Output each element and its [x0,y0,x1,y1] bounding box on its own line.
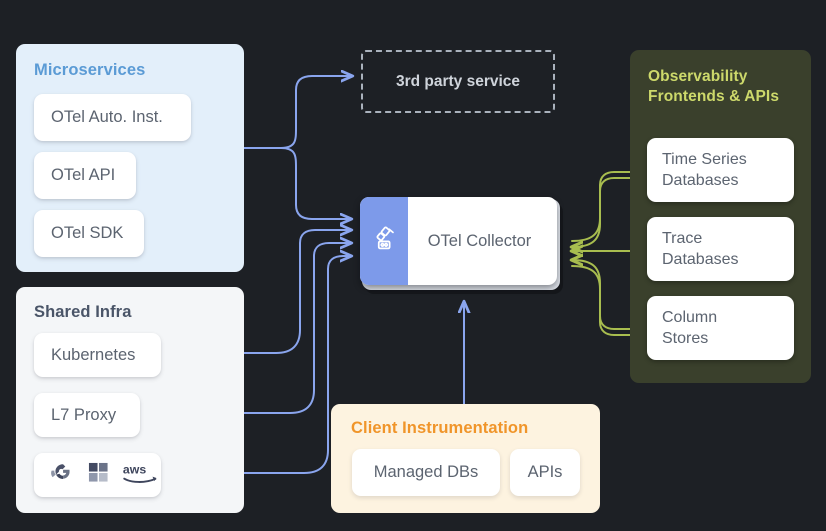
obs-chip-line-2: Databases [662,251,739,268]
shared-infra-panel: Shared Infra Kubernetes L7 Proxy aws [16,287,244,513]
observability-item-trace-databases[interactable]: Trace Databases [647,217,794,281]
chip-label: OTel Auto. Inst. [51,108,163,127]
otel-collector-telescope-icon [370,225,398,258]
chip-label: OTel API [51,166,116,185]
cloud-provider-logo-row: aws [46,462,164,489]
chip-label: Kubernetes [51,345,136,364]
client-instrumentation-item-apis[interactable]: APIs [510,449,580,496]
observability-item-time-series-databases[interactable]: Time Series Databases [647,138,794,202]
obs-chip-line-1: Trace [662,229,703,247]
microservices-item-otel-sdk[interactable]: OTel SDK [34,210,144,257]
microservices-item-otel-auto-inst[interactable]: OTel Auto. Inst. [34,94,191,141]
microsoft-azure-icon [88,462,109,489]
client-instrumentation-item-managed-dbs[interactable]: Managed DBs [352,449,500,496]
chip-label: OTel SDK [51,224,124,243]
shared-infra-item-l7-proxy[interactable]: L7 Proxy [34,393,140,437]
diagram-canvas: Microservices OTel Auto. Inst. OTel API … [0,0,826,531]
client-instrumentation-panel: Client Instrumentation Managed DBs APIs [331,404,600,513]
google-cloud-icon [50,462,75,489]
shared-infra-item-kubernetes[interactable]: Kubernetes [34,333,161,377]
third-party-service-label: 3rd party service [395,72,521,90]
observability-panel: Observability Frontends & APIs Time Seri… [630,50,811,383]
observability-title-line-1: Observability [648,68,748,85]
observability-item-column-stores[interactable]: Column Stores [647,296,794,360]
chip-label: Managed DBs [373,463,479,481]
client-instrumentation-panel-title: Client Instrumentation [351,419,529,437]
microservices-panel-title: Microservices [34,61,146,79]
collector-icon-sidebar [360,197,408,285]
collector-label: OTel Collector [427,231,532,250]
shared-infra-item-cloud-providers[interactable]: aws [34,453,161,497]
otel-collector-node[interactable]: OTel Collector [360,197,563,294]
microservices-panel: Microservices OTel Auto. Inst. OTel API … [16,44,244,272]
edge-microservices-to-third-party [280,76,352,149]
chip-label: APIs [527,463,563,481]
obs-chip-line-2: Databases [662,172,739,189]
aws-icon: aws [122,462,164,488]
third-party-service-node[interactable]: 3rd party service [361,50,555,113]
observability-title-line-2: Frontends & APIs [648,87,780,105]
obs-chip-line-1: Column [662,308,718,326]
shared-infra-panel-title: Shared Infra [34,303,132,321]
chip-label: L7 Proxy [51,405,117,424]
aws-wordmark: aws [123,463,146,477]
microservices-item-otel-api[interactable]: OTel API [34,152,136,199]
obs-chip-line-2: Stores [662,330,709,347]
collector-card[interactable]: OTel Collector [360,197,557,285]
edge-microservices-to-collector [280,147,351,219]
obs-chip-line-1: Time Series [662,150,747,168]
observability-panel-title: Observability Frontends & APIs [648,67,798,107]
